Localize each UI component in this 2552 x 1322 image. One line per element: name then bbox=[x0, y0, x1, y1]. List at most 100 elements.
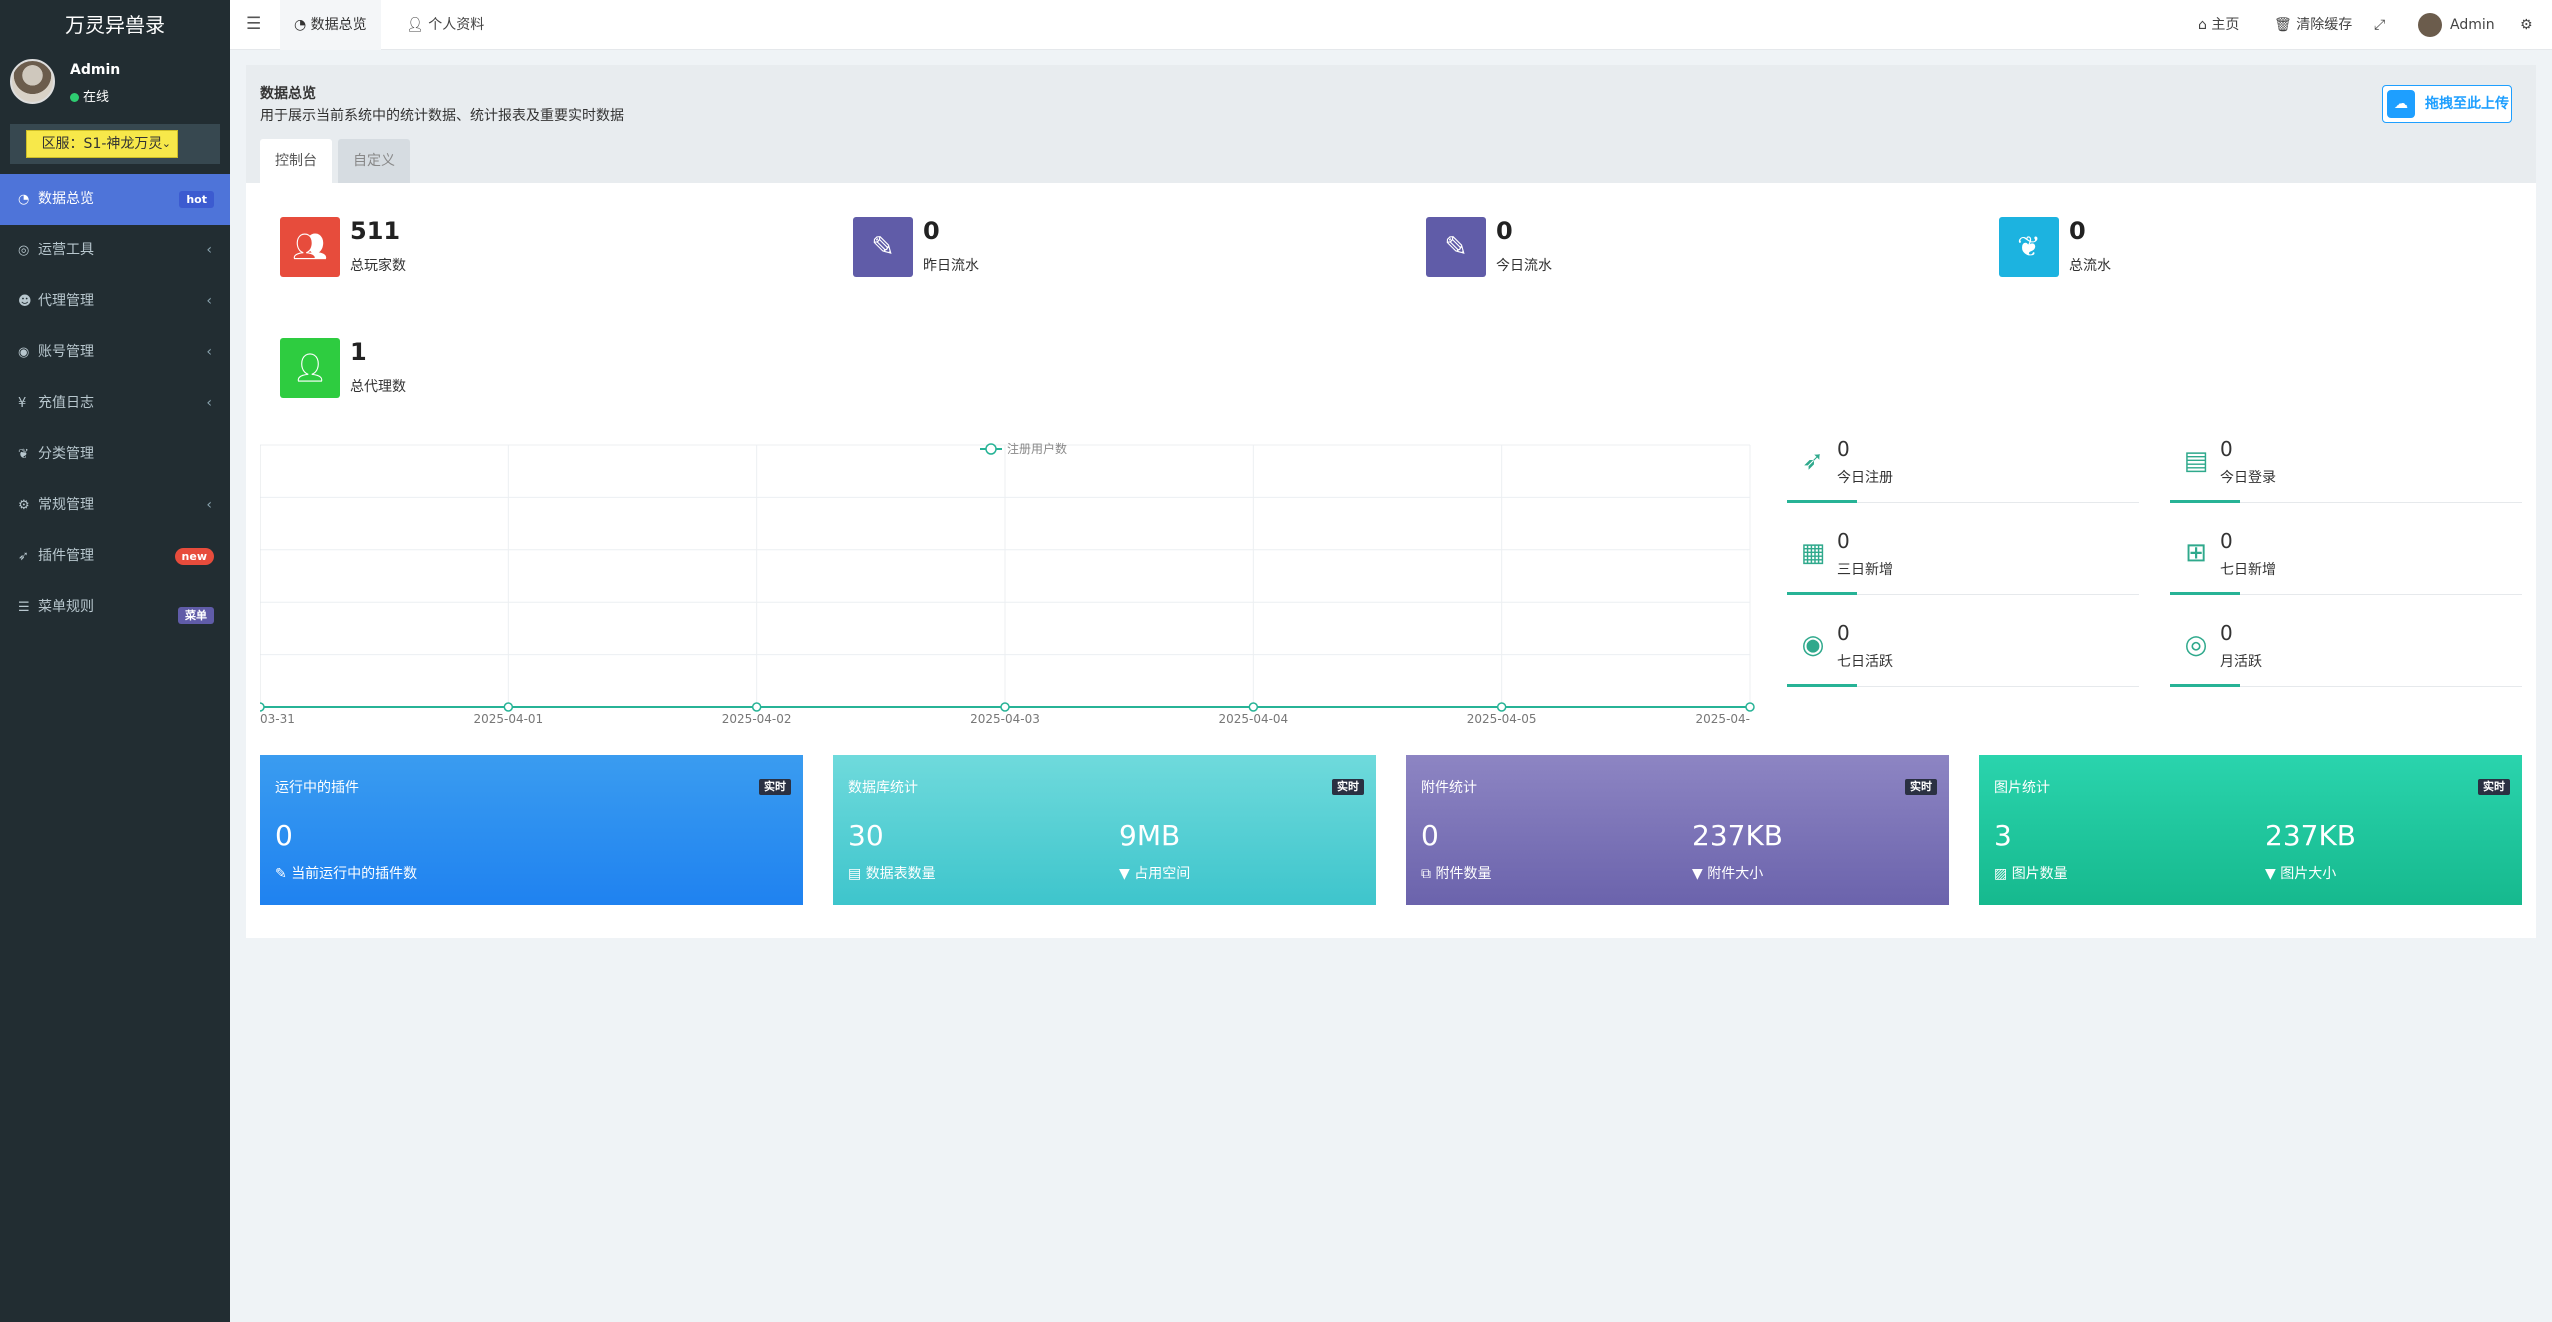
rocket-icon: ➶ bbox=[1802, 446, 1824, 476]
settings-icon[interactable]: ⚙ bbox=[2520, 0, 2533, 50]
cogs-icon: ⚙ bbox=[18, 498, 30, 513]
realtime-badge: 实时 bbox=[759, 779, 791, 795]
legend-label: 注册用户数 bbox=[1007, 441, 1067, 456]
home-link[interactable]: ⌂ 主页 bbox=[2198, 0, 2239, 50]
user-icon: 👤︎ bbox=[280, 338, 340, 398]
chevron-left-icon: ‹ bbox=[206, 395, 212, 411]
sidebar-item-menu-rules[interactable]: ☰ 菜单规则 菜单 bbox=[0, 582, 230, 633]
realtime-badge: 实时 bbox=[1905, 779, 1937, 795]
mini-stat-today-register: ➶ 0 今日注册 bbox=[1787, 437, 2139, 503]
server-select-wrap: 区服：S1-神龙万灵 ⌄ bbox=[10, 124, 220, 164]
x-tick-label: 2025-04-02 bbox=[722, 712, 792, 726]
x-tick-label: 03-31 bbox=[260, 712, 295, 726]
accent-bar bbox=[1787, 500, 1857, 503]
realtime-badge: 实时 bbox=[1332, 779, 1364, 795]
menu-toggle-icon[interactable]: ☰ bbox=[246, 14, 261, 34]
filter-icon: ▼ bbox=[2265, 866, 2281, 882]
legend-marker bbox=[985, 443, 997, 455]
home-icon: ⌂ bbox=[2198, 17, 2212, 33]
tab-profile[interactable]: 👤︎ 个人资料 bbox=[392, 0, 498, 50]
users-icon: ☻ bbox=[18, 294, 32, 309]
user-circle-icon: ◉ bbox=[18, 345, 30, 360]
accent-bar bbox=[2170, 684, 2240, 687]
data-point bbox=[1000, 702, 1010, 712]
x-tick-label: 2025-04-05 bbox=[1467, 712, 1537, 726]
upload-button[interactable]: ☁ 拖拽至此上传 bbox=[2382, 85, 2512, 123]
yen-icon: ¥ bbox=[18, 396, 27, 411]
menu-badge: 菜单 bbox=[178, 607, 214, 624]
dashboard-icon: ◔ bbox=[18, 192, 30, 207]
main-content: 数据总览 用于展示当前系统中的统计数据、统计报表及重要实时数据 ☁ 拖拽至此上传 … bbox=[246, 65, 2536, 938]
sidebar-item-general[interactable]: ⚙ 常规管理 ‹ bbox=[0, 480, 230, 531]
stat-total-players: 👥︎ 511 总玩家数 bbox=[280, 217, 780, 279]
stat-yesterday-revenue: ✎ 0 昨日流水 bbox=[853, 217, 1353, 279]
accent-bar bbox=[2170, 592, 2240, 595]
hot-badge: hot bbox=[179, 191, 214, 208]
page-description: 用于展示当前系统中的统计数据、统计报表及重要实时数据 bbox=[260, 108, 624, 124]
files-icon: ⧉ bbox=[1421, 866, 1436, 882]
realtime-badge: 实时 bbox=[2478, 779, 2510, 795]
card-attachments: 附件统计 实时 0 ⧉ 附件数量 237KB ▼ 附件大小 bbox=[1406, 755, 1949, 905]
server-select[interactable]: 区服：S1-神龙万灵 ⌄ bbox=[26, 130, 178, 158]
x-tick-label: 2025-04-04 bbox=[1218, 712, 1288, 726]
gamepad-icon: ◎ bbox=[18, 243, 30, 258]
cloud-upload-icon: ☁ bbox=[2387, 90, 2415, 118]
avatar bbox=[10, 59, 55, 104]
x-tick-label: 2025-04-03 bbox=[970, 712, 1040, 726]
data-point bbox=[255, 702, 265, 712]
user-status: 在线 bbox=[70, 86, 109, 105]
tab-console[interactable]: 控制台 bbox=[260, 139, 332, 183]
sidebar-item-ops-tools[interactable]: ◎ 运营工具 ‹ bbox=[0, 225, 230, 276]
sidebar-item-agent[interactable]: ☻ 代理管理 ‹ bbox=[0, 276, 230, 327]
content-header: 数据总览 用于展示当前系统中的统计数据、统计报表及重要实时数据 ☁ 拖拽至此上传 … bbox=[246, 65, 2536, 183]
chevron-left-icon: ‹ bbox=[206, 344, 212, 360]
leaf-icon: ❦ bbox=[1999, 217, 2059, 277]
data-point bbox=[1248, 702, 1259, 712]
user-circle-icon: ◉ bbox=[1801, 630, 1825, 660]
sidebar-item-dashboard[interactable]: ◔ 数据总览 hot bbox=[0, 174, 230, 225]
card-database: 数据库统计 实时 30 ▤ 数据表数量 9MB ▼ 占用空间 bbox=[833, 755, 1376, 905]
data-point bbox=[503, 702, 514, 712]
user-icon: 👤︎ bbox=[406, 17, 429, 33]
filter-icon: ▼ bbox=[1119, 866, 1135, 882]
mini-stat-3day-new: ▦ 0 三日新增 bbox=[1787, 529, 2139, 595]
magic-icon: ✎ bbox=[853, 217, 913, 277]
brand-logo[interactable]: 万灵异兽录 bbox=[0, 0, 230, 50]
id-card-icon: ▤ bbox=[2183, 446, 2209, 476]
accent-bar bbox=[1787, 684, 1857, 687]
data-point bbox=[1745, 702, 1755, 712]
list-icon: ☰ bbox=[18, 600, 30, 615]
clear-cache-link[interactable]: 🗑︎ 清除缓存 bbox=[2274, 0, 2352, 50]
tab-dashboard[interactable]: ◔ 数据总览 bbox=[280, 0, 381, 50]
stat-total-revenue: ❦ 0 总流水 bbox=[1999, 217, 2499, 279]
x-tick-label: 2025-04- bbox=[1696, 712, 1750, 726]
calendar-plus-icon: ⊞ bbox=[2185, 538, 2207, 568]
mini-stat-7day-new: ⊞ 0 七日新增 bbox=[2170, 529, 2522, 595]
data-point bbox=[751, 702, 762, 712]
sidebar-item-category[interactable]: ❦ 分类管理 bbox=[0, 429, 230, 480]
data-point bbox=[1496, 702, 1507, 712]
trash-icon: 🗑︎ bbox=[2274, 17, 2297, 33]
user-menu[interactable]: Admin bbox=[2418, 0, 2495, 50]
sidebar-item-account[interactable]: ◉ 账号管理 ‹ bbox=[0, 327, 230, 378]
sidebar-item-recharge-log[interactable]: ¥ 充值日志 ‹ bbox=[0, 378, 230, 429]
accent-bar bbox=[1787, 592, 1857, 595]
dashboard-icon: ◔ bbox=[294, 17, 311, 33]
sidebar-item-plugins[interactable]: ➶ 插件管理 new bbox=[0, 531, 230, 582]
rocket-icon: ➶ bbox=[18, 549, 29, 564]
mini-stat-today-login: ▤ 0 今日登录 bbox=[2170, 437, 2522, 503]
database-icon: ▤ bbox=[848, 866, 866, 882]
chevron-left-icon: ‹ bbox=[206, 497, 212, 513]
mini-stat-monthly-active: ◎ 0 月活跃 bbox=[2170, 621, 2522, 687]
fullscreen-icon[interactable]: ⤢ bbox=[2374, 0, 2385, 50]
registration-chart: 03-31 2025-04-01 2025-04-02 2025-04-03 2025-… bbox=[255, 439, 1760, 739]
chevron-down-icon: ⌄ bbox=[161, 137, 171, 150]
chevron-left-icon: ‹ bbox=[206, 242, 212, 258]
user-name: Admin bbox=[70, 62, 121, 78]
stat-total-agents: 👤︎ 1 总代理数 bbox=[280, 338, 780, 400]
card-plugins: 运行中的插件 实时 0 ✎ 当前运行中的插件数 bbox=[260, 755, 803, 905]
avatar bbox=[2418, 13, 2442, 37]
sidebar-menu: ◔ 数据总览 hot ◎ 运营工具 ‹ ☻ 代理管理 ‹ ◉ 账号管理 ‹ ¥ 充值日志 ‹ ❦ 分类… bbox=[0, 174, 230, 633]
magic-icon: ✎ bbox=[1426, 217, 1486, 277]
tab-custom[interactable]: 自定义 bbox=[338, 139, 410, 183]
